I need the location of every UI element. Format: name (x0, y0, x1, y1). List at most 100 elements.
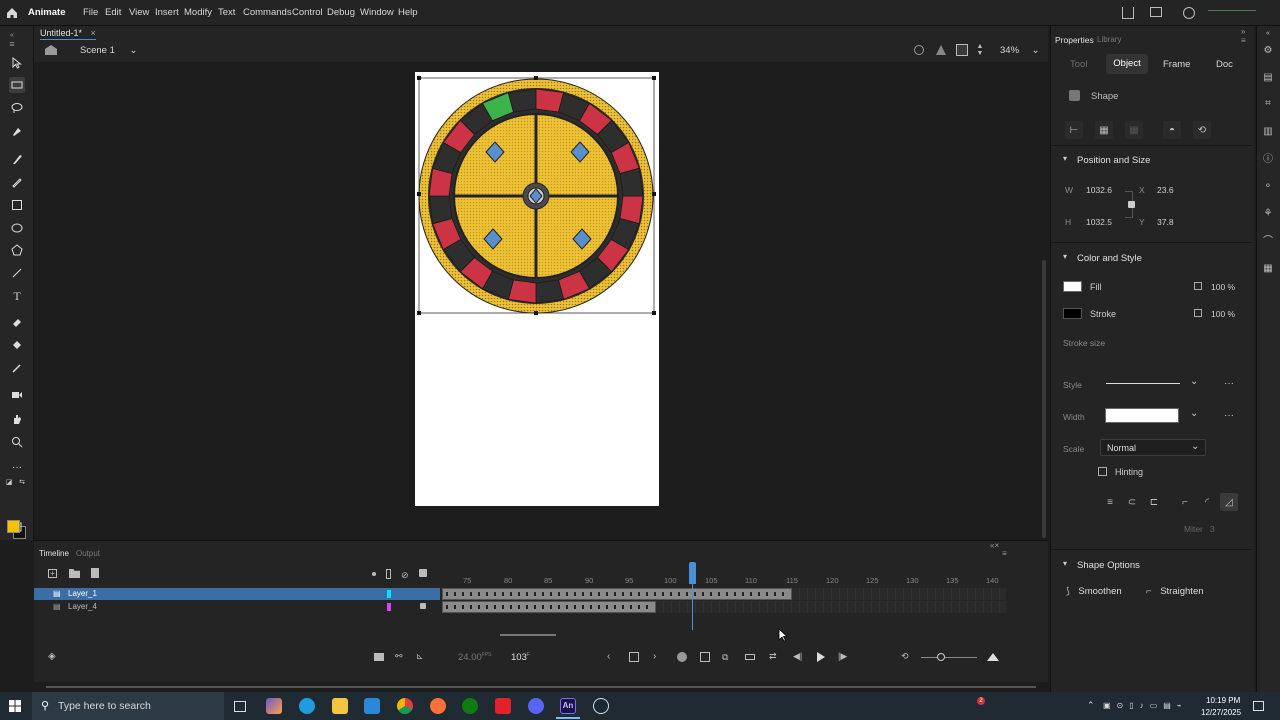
cap-round-icon[interactable]: ⊂ (1123, 493, 1141, 511)
oval-tool-icon[interactable] (9, 220, 25, 236)
pen-tool-icon[interactable] (9, 123, 25, 139)
lock-all-icon[interactable] (419, 569, 427, 577)
straighten-button[interactable]: ⌐ Straighten (1146, 586, 1226, 604)
frame-ruler[interactable]: 75 80 85 90 95 100 105 110 115 120 125 1… (440, 562, 1010, 588)
insert-keyframe-icon[interactable] (629, 652, 639, 662)
fill-swatch[interactable] (1063, 281, 1082, 292)
taskbar-search[interactable]: ⚲ Type here to search (32, 692, 224, 720)
insert-blank-icon[interactable] (745, 654, 755, 660)
clip-icon[interactable] (936, 45, 946, 55)
polystar-tool-icon[interactable] (9, 242, 25, 258)
stage-horizontal-scrollbar[interactable] (34, 682, 1048, 692)
convert-symbol-icon[interactable]: ◓ (1163, 121, 1181, 139)
layer-name[interactable]: Layer_4 (68, 602, 97, 611)
scale-dropdown[interactable]: Normal ⌄ (1100, 439, 1206, 456)
vertical-scroll-thumb[interactable] (1042, 260, 1046, 538)
text-tool-icon[interactable]: T (9, 288, 25, 304)
panel-menu-icon[interactable]: ≡ (1002, 549, 1007, 558)
smoothen-button[interactable]: ⟆ Smoothen (1066, 586, 1136, 604)
layer-color-chip[interactable] (387, 603, 391, 611)
selection-tool-icon[interactable] (9, 55, 25, 71)
notifications-icon[interactable] (1253, 701, 1264, 711)
layer-parenting-icon[interactable]: ⚯ (395, 651, 403, 662)
position-size-title[interactable]: Position and Size (1077, 155, 1150, 166)
subselection-tool-icon[interactable] (9, 77, 25, 93)
menu-debug[interactable]: Debug (327, 7, 355, 18)
share-icon[interactable] (1122, 7, 1134, 19)
mail-icon[interactable] (364, 698, 380, 714)
zoom-selector[interactable]: 34% ⌄ (1000, 45, 1040, 56)
clock-time[interactable]: 10:19 PM (1206, 696, 1240, 705)
info-icon[interactable]: ⓘ (1262, 154, 1274, 166)
chrome-icon[interactable] (397, 698, 413, 714)
chevron-down-icon[interactable]: ⌄ (1190, 408, 1198, 419)
menu-control[interactable]: Control (292, 7, 323, 18)
join-miter-icon[interactable]: ⌐ (1176, 493, 1194, 511)
zoom-stepper-icon[interactable]: ▲ ▼ (976, 43, 984, 57)
timeline-hscroll-thumb[interactable] (500, 634, 556, 636)
fill-color-swatch[interactable] (7, 520, 20, 533)
output-tab[interactable]: Output (76, 549, 100, 558)
center-stage-icon[interactable] (914, 45, 924, 55)
menu-modify[interactable]: Modify (184, 7, 212, 18)
play-icon[interactable] (817, 652, 825, 662)
playhead[interactable] (689, 562, 696, 584)
document-tab[interactable]: Untitled-1* × (40, 28, 96, 40)
graph-icon[interactable]: ⊾ (416, 651, 424, 662)
step-back-icon[interactable]: ◀| (793, 651, 802, 662)
properties-icon[interactable]: ⚙ (1262, 45, 1274, 57)
transform-panel-icon[interactable]: ▥ (1262, 126, 1274, 138)
new-layer-icon[interactable]: + (48, 569, 57, 578)
steam-icon[interactable] (593, 698, 609, 714)
timeline-tab[interactable]: Timeline (39, 549, 69, 558)
current-frame-display[interactable]: 103F (511, 652, 530, 663)
menu-icon[interactable]: ≡ (4, 36, 20, 52)
stage-fit-icon[interactable] (956, 44, 968, 56)
expand-timeline-icon[interactable] (987, 653, 999, 661)
x-field[interactable]: 23.6 (1157, 185, 1174, 195)
tab-tool[interactable]: Tool (1070, 59, 1087, 70)
stage[interactable] (415, 72, 659, 506)
tab-frame[interactable]: Frame (1163, 59, 1190, 70)
chevron-down-icon[interactable]: ▾ (1063, 154, 1067, 163)
chevron-down-icon[interactable]: ▾ (1063, 252, 1067, 261)
layer-color-chip[interactable] (387, 590, 391, 598)
tab-object[interactable]: Object (1106, 54, 1148, 74)
frame-track-layer-1-tail[interactable] (792, 588, 1006, 600)
window-icon[interactable] (1150, 7, 1162, 17)
edge-icon[interactable] (299, 698, 315, 714)
pencil-tool-icon[interactable] (9, 174, 25, 190)
menu-text[interactable]: Text (218, 7, 235, 18)
h-field[interactable]: 1032.5 (1086, 217, 1112, 227)
menu-view[interactable]: View (129, 7, 149, 18)
camera-toggle-icon[interactable] (374, 653, 384, 661)
fit-frames-icon[interactable]: ⟲ (901, 651, 909, 662)
test-movie-icon[interactable] (1183, 7, 1195, 19)
tween-icon[interactable]: ⧉ (722, 652, 728, 663)
eyedropper-tool-icon[interactable] (9, 360, 25, 376)
brush-tool-icon[interactable] (9, 151, 25, 167)
edit-multiple-icon[interactable] (700, 652, 710, 662)
xbox-icon[interactable] (462, 698, 478, 714)
transform-icon[interactable]: ⟲ (1193, 121, 1211, 139)
menu-file[interactable]: File (83, 7, 98, 18)
home-icon[interactable] (5, 6, 19, 20)
join-round-icon[interactable]: ◜ (1198, 493, 1216, 511)
stroke-swatch[interactable] (1063, 308, 1082, 319)
more-tools-icon[interactable]: ··· (9, 459, 25, 475)
hinting-checkbox[interactable] (1098, 467, 1107, 476)
stroke-color-icon[interactable]: ◪ (5, 478, 13, 486)
loop-icon[interactable]: ⇄ (769, 651, 777, 662)
shape-options-title[interactable]: Shape Options (1077, 560, 1140, 571)
frame-size-slider-thumb[interactable] (937, 653, 945, 661)
cap-square-icon[interactable]: ⊏ (1145, 493, 1163, 511)
animate-taskbar-icon[interactable]: An (560, 698, 576, 714)
roulette-wheel-graphic[interactable] (415, 72, 659, 506)
tray-icons[interactable]: ▣⊙▯♪▭▤⌁ (1103, 701, 1197, 711)
collapse-panel-icon[interactable]: «× (990, 541, 999, 550)
scene-icon[interactable] (45, 45, 57, 55)
horizontal-scroll-thumb[interactable] (46, 686, 1036, 688)
task-view-icon[interactable] (234, 701, 246, 712)
step-forward-icon[interactable]: |▶ (838, 651, 847, 662)
stroke-opacity[interactable]: 100 % (1211, 309, 1235, 319)
